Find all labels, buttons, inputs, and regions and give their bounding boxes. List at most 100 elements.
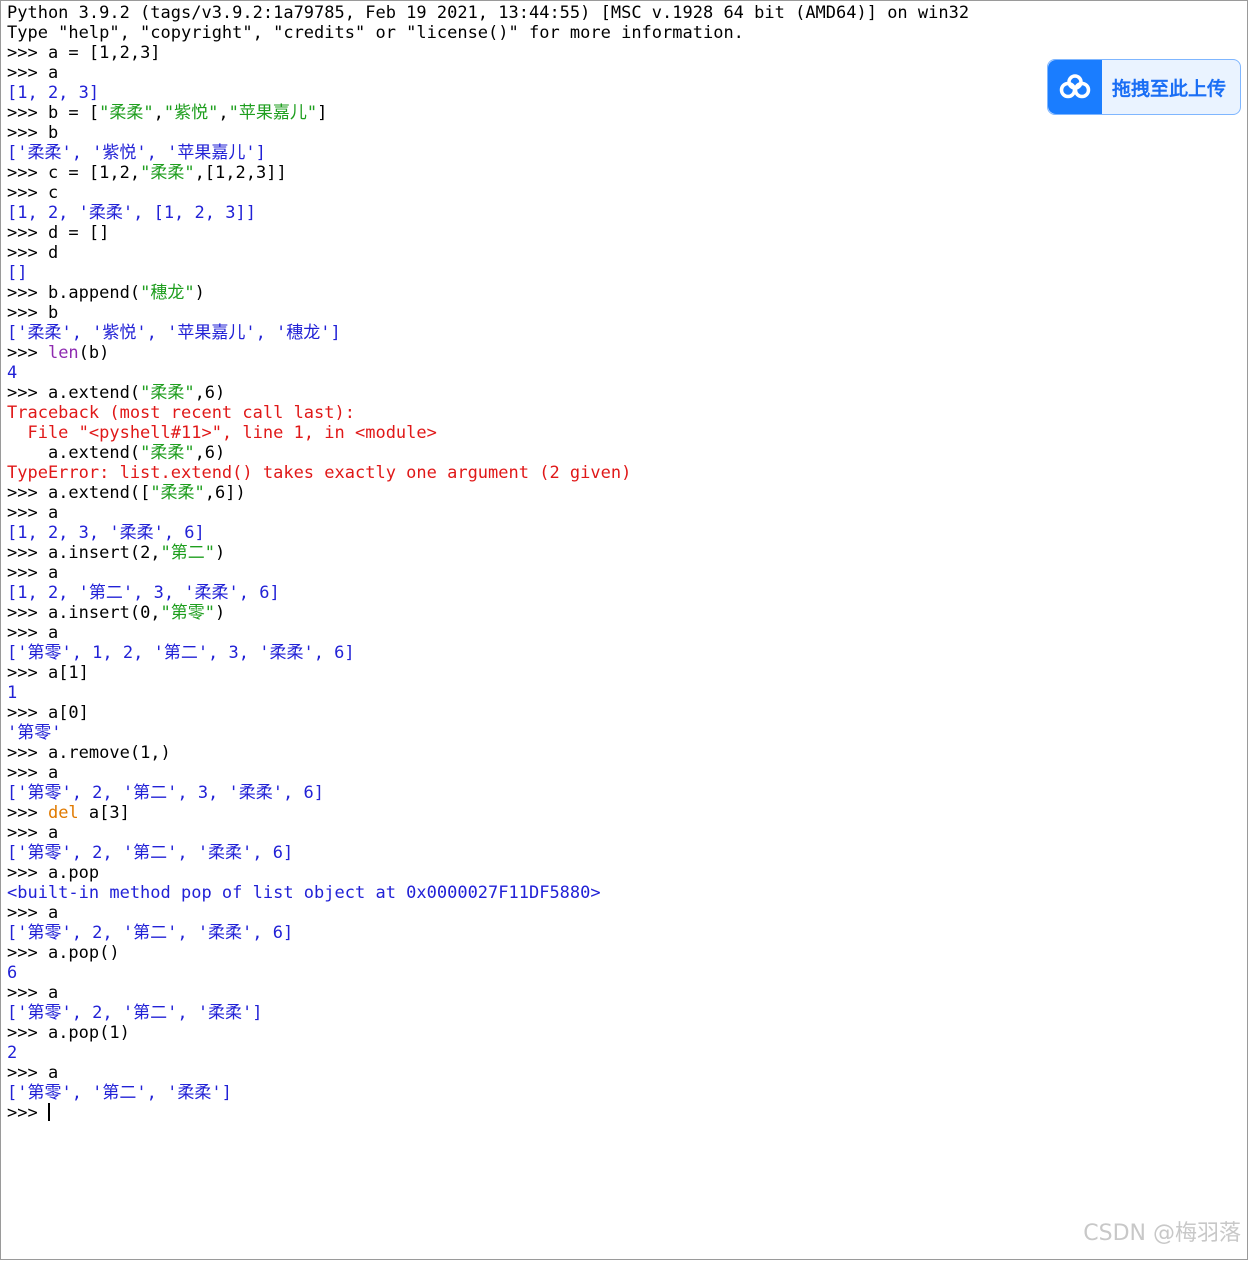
console-text-out: 6	[7, 963, 18, 983]
console-text-str: "第零"	[160, 603, 216, 623]
console-text-prompt: >>>	[7, 383, 48, 403]
console-text-builtin: len	[47, 343, 79, 363]
console-line: >>> a.pop	[7, 863, 1237, 883]
text-cursor	[47, 1103, 50, 1121]
console-text-err: TypeError: list.extend() takes exactly o…	[7, 463, 632, 483]
console-line: >>> d = []	[7, 223, 1237, 243]
console-text-plain: ,6])	[204, 483, 246, 503]
console-text-plain: ,6)	[194, 383, 226, 403]
console-text-out: [1, 2, '柔柔', [1, 2, 3]]	[7, 203, 256, 223]
console-text-plain: b	[47, 123, 59, 143]
console-text-prompt: >>>	[7, 343, 48, 363]
console-text-out: ['第零', 2, '第二', '柔柔', 6]	[7, 843, 294, 863]
console-text-plain: a.extend([	[47, 483, 151, 503]
console-text-plain: a[0]	[47, 703, 89, 723]
console-line: a.extend("柔柔",6)	[7, 443, 1237, 463]
console-line: >>> b.append("穗龙")	[7, 283, 1237, 303]
console-text-plain: Python 3.9.2 (tags/v3.9.2:1a79785, Feb 1…	[7, 3, 970, 23]
console-line: >>> a.extend("柔柔",6)	[7, 383, 1237, 403]
upload-label: 拖拽至此上传	[1112, 77, 1227, 100]
console-text-prompt: >>>	[7, 623, 48, 643]
console-text-str: "柔柔"	[99, 103, 154, 123]
console-text-prompt: >>>	[7, 1063, 48, 1083]
console-text-out: [1, 2, 3]	[7, 83, 100, 103]
console-text-str: "柔柔"	[150, 483, 205, 503]
console-text-prompt: >>>	[7, 663, 48, 683]
console-text-out: 2	[7, 1043, 18, 1063]
console-line: >>> a.pop()	[7, 943, 1237, 963]
console-text-plain: d	[47, 243, 59, 263]
console-text-prompt: >>>	[7, 1023, 48, 1043]
console-line: >>> a	[7, 983, 1237, 1003]
console-text-prompt: >>>	[7, 943, 48, 963]
console-text-plain: a	[47, 983, 59, 1003]
shell-console-output[interactable]: Python 3.9.2 (tags/v3.9.2:1a79785, Feb 1…	[7, 3, 1237, 1123]
console-text-prompt: >>>	[7, 483, 48, 503]
console-text-out: ['柔柔', '紫悦', '苹果嘉儿']	[7, 143, 266, 163]
console-line: ['柔柔', '紫悦', '苹果嘉儿']	[7, 143, 1237, 163]
console-text-plain: a	[47, 823, 59, 843]
console-text-plain: a.extend(	[47, 443, 141, 463]
console-text-prompt: >>>	[7, 223, 48, 243]
console-text-plain: a.pop(1)	[47, 1023, 130, 1043]
console-line: >>> a	[7, 503, 1237, 523]
cloud-upload-icon	[1048, 60, 1102, 114]
console-line: 6	[7, 963, 1237, 983]
console-text-prompt: >>>	[7, 863, 48, 883]
console-text-plain: a	[47, 563, 59, 583]
console-text-str: "苹果嘉儿"	[228, 103, 318, 123]
console-line: ['第零', '第二', '柔柔']	[7, 1083, 1237, 1103]
console-text-plain: a.extend(	[47, 383, 141, 403]
console-text-prompt: >>>	[7, 243, 48, 263]
console-text-plain: a = [1,2,3]	[47, 43, 161, 63]
console-text-str: "柔柔"	[140, 443, 195, 463]
console-line: >>> c = [1,2,"柔柔",[1,2,3]]	[7, 163, 1237, 183]
console-text-prompt: >>>	[7, 63, 48, 83]
console-text-prompt: >>>	[7, 543, 48, 563]
python-idle-shell-window[interactable]: Python 3.9.2 (tags/v3.9.2:1a79785, Feb 1…	[0, 0, 1248, 1260]
console-line: >>> d	[7, 243, 1237, 263]
console-text-plain: b = [	[47, 103, 100, 123]
console-text-prompt: >>>	[7, 123, 48, 143]
console-text-plain: a.pop()	[47, 943, 120, 963]
drag-upload-button[interactable]: 拖拽至此上传	[1047, 59, 1241, 115]
csdn-watermark: CSDN @梅羽落	[1083, 1221, 1241, 1246]
console-line: [1, 2, 3, '柔柔', 6]	[7, 523, 1237, 543]
console-text-out: ['第零', 1, 2, '第二', 3, '柔柔', 6]	[7, 643, 355, 663]
console-text-out: '第零'	[7, 723, 62, 743]
console-text-plain: a[3]	[78, 803, 130, 823]
console-line: '第零'	[7, 723, 1237, 743]
console-line: ['第零', 2, '第二', '柔柔', 6]	[7, 843, 1237, 863]
console-text-prompt: >>>	[7, 283, 48, 303]
console-text-prompt: >>>	[7, 163, 48, 183]
console-line: >>> del a[3]	[7, 803, 1237, 823]
console-text-plain: )	[215, 543, 226, 563]
console-text-prompt: >>>	[7, 603, 48, 623]
console-text-plain: a.insert(2,	[47, 543, 161, 563]
console-text-plain: b.append(	[47, 283, 141, 303]
console-line: ['柔柔', '紫悦', '苹果嘉儿', '穗龙']	[7, 323, 1237, 343]
console-text-out: ['第零', 2, '第二', 3, '柔柔', 6]	[7, 783, 324, 803]
cloud-icon-svg	[1059, 74, 1091, 99]
console-text-plain: a[1]	[47, 663, 89, 683]
console-text-prompt: >>>	[7, 43, 48, 63]
console-line: >>> a	[7, 623, 1237, 643]
console-text-prompt: >>>	[7, 563, 48, 583]
console-text-kw: del	[47, 803, 79, 823]
console-text-plain: c = [1,2,	[47, 163, 141, 183]
console-text-str: "柔柔"	[140, 163, 195, 183]
console-text-prompt: >>>	[7, 703, 48, 723]
console-line: >>> b	[7, 123, 1237, 143]
console-line: TypeError: list.extend() takes exactly o…	[7, 463, 1237, 483]
console-text-out: ['第零', 2, '第二', '柔柔']	[7, 1003, 263, 1023]
console-text-err: File "<pyshell#11>", line 1, in <module>	[7, 423, 437, 443]
console-text-plain: a.pop	[47, 863, 100, 883]
console-line: <built-in method pop of list object at 0…	[7, 883, 1237, 903]
console-text-prompt: >>>	[7, 803, 48, 823]
console-text-out: ['第零', '第二', '柔柔']	[7, 1083, 232, 1103]
console-line: >>> a	[7, 1063, 1237, 1083]
console-line: ['第零', 2, '第二', '柔柔']	[7, 1003, 1237, 1023]
console-text-prompt: >>>	[7, 903, 48, 923]
console-text-err	[7, 443, 48, 463]
console-line: File "<pyshell#11>", line 1, in <module>	[7, 423, 1237, 443]
